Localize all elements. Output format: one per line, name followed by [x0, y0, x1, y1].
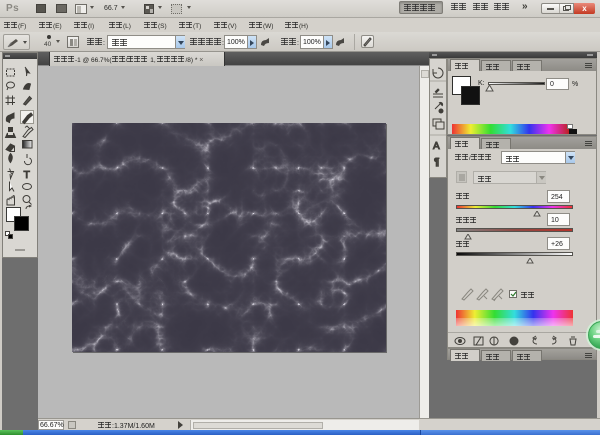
svg-text:A: A: [433, 141, 440, 152]
svg-text:¶: ¶: [434, 157, 439, 168]
svg-text:T: T: [24, 169, 31, 181]
